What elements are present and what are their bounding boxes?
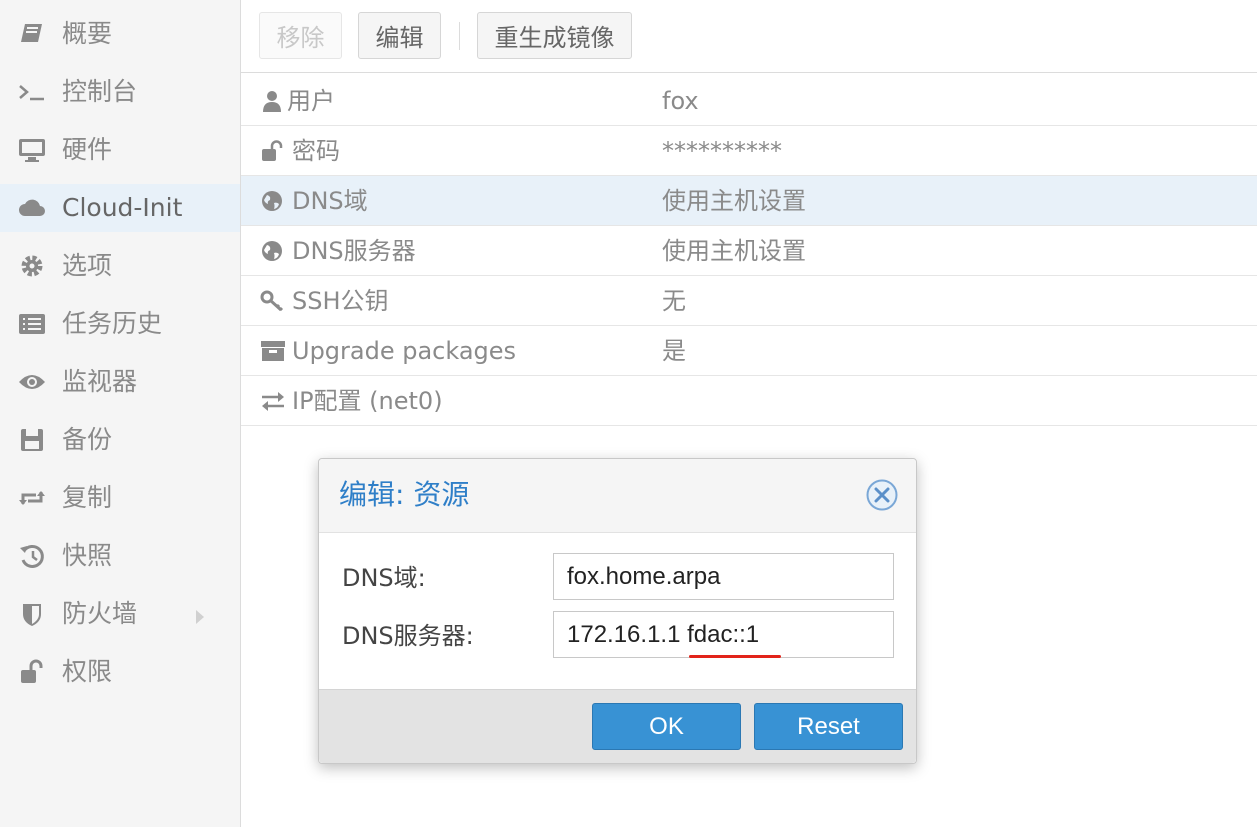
sidebar-item-snapshot[interactable]: 快照: [0, 532, 240, 580]
row-value: fox: [662, 87, 699, 115]
row-name: DNS域: [292, 187, 368, 215]
sidebar-item-summary[interactable]: 概要: [0, 10, 240, 58]
sidebar-item-console[interactable]: 控制台: [0, 68, 240, 116]
dns-server-input[interactable]: 172.16.1.1 fdac::1: [553, 611, 894, 658]
table-row-password[interactable]: 密码 **********: [241, 126, 1257, 176]
unlock-icon: [17, 658, 47, 686]
book-icon: [17, 20, 47, 48]
archive-icon: [260, 339, 286, 363]
dialog-header[interactable]: 编辑: 资源: [319, 459, 916, 533]
sidebar-item-label: 控制台: [62, 77, 138, 106]
row-name: 用户: [287, 87, 335, 115]
dns-server-label: DNS服务器:: [342, 622, 474, 650]
globe-icon: [260, 189, 286, 213]
row-name: 密码: [292, 137, 340, 165]
eye-icon: [17, 368, 47, 396]
row-name: IP配置 (net0): [292, 387, 443, 415]
history-icon: [17, 542, 47, 570]
row-value: 使用主机设置: [662, 237, 806, 265]
desktop-icon: [17, 136, 47, 164]
sidebar-item-options[interactable]: 选项: [0, 242, 240, 290]
sidebar-item-replication[interactable]: 复制: [0, 474, 240, 522]
sidebar-item-monitor[interactable]: 监视器: [0, 358, 240, 406]
sidebar-item-label: 快照: [62, 541, 113, 570]
globe-icon: [260, 239, 286, 263]
retweet-icon: [17, 484, 47, 512]
sidebar-item-label: 防火墙: [62, 599, 138, 628]
cloud-icon: [17, 194, 47, 222]
annotation-underline: [689, 655, 781, 658]
sidebar: 概要 控制台 硬件 Cloud-Init 选项 任务历史 监视器 备份 复制 快…: [0, 0, 241, 827]
table-row-user[interactable]: 用户 fox: [241, 76, 1257, 126]
floppy-icon: [17, 426, 47, 454]
row-name: Upgrade packages: [292, 337, 517, 365]
list-icon: [17, 310, 47, 338]
sidebar-item-label: 复制: [62, 483, 113, 512]
row-value: **********: [662, 137, 782, 165]
shield-icon: [17, 600, 47, 628]
sidebar-item-task-history[interactable]: 任务历史: [0, 300, 240, 348]
sidebar-item-label: 任务历史: [62, 309, 163, 338]
remove-button[interactable]: 移除: [259, 12, 342, 59]
dns-domain-input[interactable]: fox.home.arpa: [553, 553, 894, 600]
sidebar-item-label: 备份: [62, 425, 113, 454]
gear-icon: [17, 252, 47, 280]
key-icon: [260, 289, 286, 313]
row-name: DNS服务器: [292, 237, 416, 265]
table-row-dns-server[interactable]: DNS服务器 使用主机设置: [241, 226, 1257, 276]
chevron-right-icon[interactable]: [193, 604, 207, 624]
sidebar-item-label: 选项: [62, 251, 113, 280]
close-icon[interactable]: [865, 478, 899, 512]
edit-button[interactable]: 编辑: [358, 12, 441, 59]
table-row-ip-config[interactable]: IP配置 (net0): [241, 376, 1257, 426]
table-row-ssh-key[interactable]: SSH公钥 无: [241, 276, 1257, 326]
toolbar: 移除 编辑 重生成镜像: [241, 0, 1257, 73]
sidebar-item-label: 硬件: [62, 135, 113, 164]
user-icon: [260, 89, 286, 113]
sidebar-item-label: Cloud-Init: [62, 193, 183, 222]
regenerate-image-button[interactable]: 重生成镜像: [477, 12, 632, 59]
row-name: SSH公钥: [292, 287, 389, 315]
unlock-icon: [260, 139, 286, 163]
dialog-title: 编辑: 资源: [339, 478, 470, 511]
sidebar-item-firewall[interactable]: 防火墙: [0, 590, 240, 638]
sidebar-item-label: 概要: [62, 19, 113, 48]
reset-button[interactable]: Reset: [754, 703, 903, 750]
ok-button[interactable]: OK: [592, 703, 741, 750]
terminal-icon: [17, 78, 47, 106]
sidebar-item-permissions[interactable]: 权限: [0, 648, 240, 696]
sidebar-item-label: 监视器: [62, 367, 138, 396]
row-value: 使用主机设置: [662, 187, 806, 215]
edit-dialog: 编辑: 资源 DNS域: fox.home.arpa DNS服务器: 172.1…: [318, 458, 917, 764]
sidebar-item-label: 权限: [62, 657, 113, 686]
row-value: 是: [662, 337, 686, 365]
row-value: 无: [662, 287, 686, 315]
exchange-icon: [260, 389, 286, 413]
sidebar-item-hardware[interactable]: 硬件: [0, 126, 240, 174]
table-row-dns-domain[interactable]: DNS域 使用主机设置: [241, 176, 1257, 226]
table-row-upgrade-packages[interactable]: Upgrade packages 是: [241, 326, 1257, 376]
sidebar-item-cloud-init[interactable]: Cloud-Init: [0, 184, 240, 232]
toolbar-separator: [459, 22, 460, 50]
dialog-footer: OK Reset: [319, 689, 916, 763]
sidebar-item-backup[interactable]: 备份: [0, 416, 240, 464]
dns-domain-label: DNS域:: [342, 564, 426, 592]
